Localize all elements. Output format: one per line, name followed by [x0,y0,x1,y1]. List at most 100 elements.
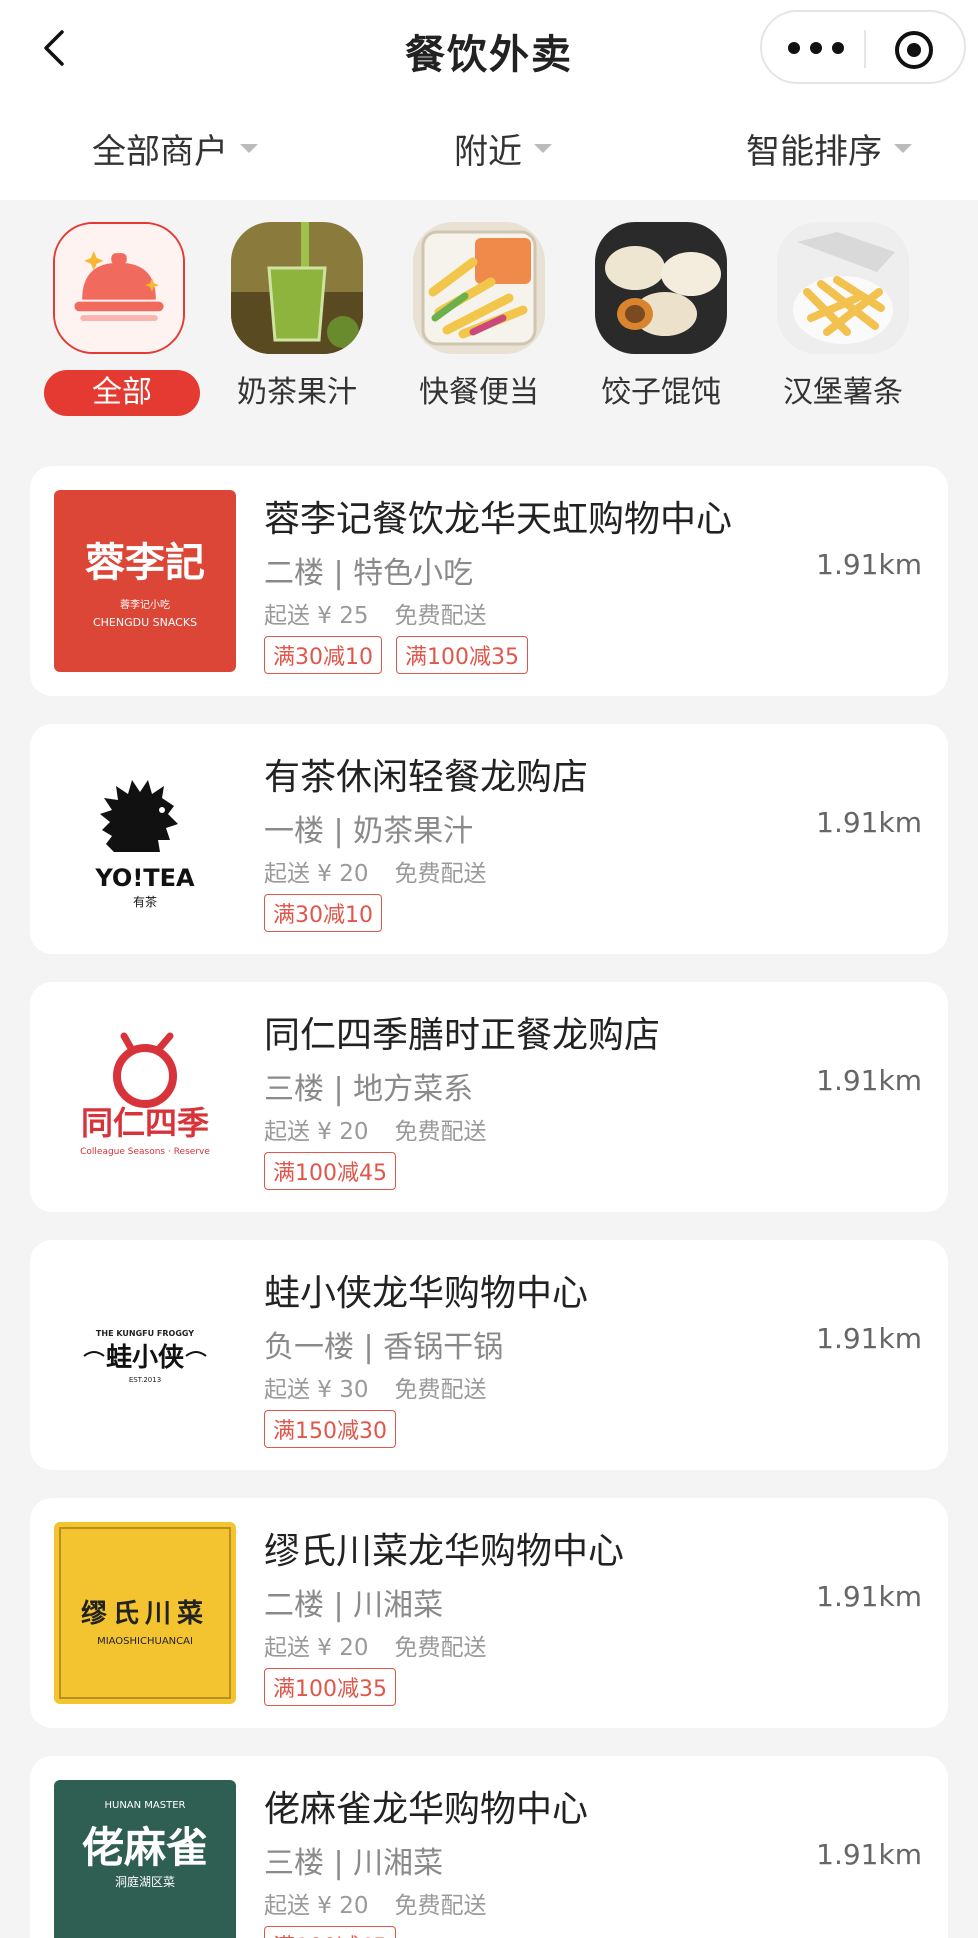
filter-merchants[interactable]: 全部商户 [92,124,258,173]
shop-meta: 起送 ¥ 20 免费配送 [264,1886,487,1920]
shop-card[interactable]: HUNAN MASTER 佬麻雀 洞庭湖区菜 佬麻雀龙华购物中心 三楼 | 川湘… [30,1756,948,1938]
shop-meta: 起送 ¥ 25 免费配送 [264,596,487,630]
category-dumplings[interactable]: 饺子馄饨 [586,222,736,416]
category-tea-juice[interactable]: 奶茶果汁 [222,222,372,416]
min-order: 起送 ¥ 20 [264,1893,369,1919]
shop-location-category: 一楼 | 奶茶果汁 [264,814,474,849]
promo-tags: 满100减35 [264,1668,410,1706]
caret-down-icon [534,144,552,153]
shop-list: 蓉李記 蓉李记小吃 CHENGDU SNACKS 蓉李记餐饮龙华天虹购物中心 二… [30,466,948,1938]
logo-tiny-text: 洞庭湖区菜 [115,1874,175,1889]
logo-main-text: 缪氏川菜 [81,1598,209,1629]
shop-distance: 1.91km [816,1064,922,1097]
logo-main-text: YO!TEA [94,864,195,892]
shop-name: 佬麻雀龙华购物中心 [264,1789,589,1830]
category-fast-food[interactable]: 快餐便当 [404,222,554,416]
min-order: 起送 ¥ 20 [264,1635,369,1661]
category-burger-fries-image [777,222,909,354]
delivery-fee: 免费配送 [394,603,487,629]
promo-tags: 满150减30 [264,1410,410,1448]
more-icon[interactable] [788,26,844,70]
logo-main-text: 佬麻雀 [82,1823,208,1872]
filter-nearby[interactable]: 附近 [454,124,552,173]
min-order: 起送 ¥ 30 [264,1377,369,1403]
shop-name: 蛙小侠龙华购物中心 [264,1273,589,1314]
shop-location-category: 二楼 | 川湘菜 [264,1588,444,1623]
mini-program-capsule [760,10,966,84]
shop-logo: YO!TEA 有茶 [54,748,236,930]
min-order: 起送 ¥ 25 [264,603,369,629]
close-target-icon[interactable] [892,28,936,72]
logo-main-text: 同仁四季 [81,1104,209,1142]
promo-tag: 满150减30 [264,1410,396,1448]
logo-main-text: 蛙小侠 [106,1342,185,1373]
caret-down-icon [894,144,912,153]
shop-name: 缪氏川菜龙华购物中心 [264,1531,625,1572]
category-dumplings-label: 饺子馄饨 [601,375,721,410]
category-fast-food-label: 快餐便当 [419,375,539,410]
delivery-fee: 免费配送 [394,1635,487,1661]
shop-name: 蓉李记餐饮龙华天虹购物中心 [264,499,733,540]
promo-tags: 满100减45 [264,1926,410,1938]
promo-tags: 满30减10 满100减35 [264,636,542,674]
promo-tags: 满30减10 [264,894,396,932]
shop-logo: THE KUNGFU FROGGY 蛙小侠 EST.2013 [54,1264,236,1446]
shop-card[interactable]: THE KUNGFU FROGGY 蛙小侠 EST.2013 蛙小侠龙华购物中心… [30,1240,948,1470]
category-tea-juice-image [231,222,363,354]
top-bar: 餐饮外卖 [0,0,978,100]
shop-location-category: 三楼 | 川湘菜 [264,1846,444,1881]
shop-card[interactable]: 同仁四季 Colleague Seasons · Reserve 同仁四季膳时正… [30,982,948,1212]
shop-distance: 1.91km [816,1580,922,1613]
logo-tiny-text: 蓉李记小吃 [120,598,170,611]
delivery-fee: 免费配送 [394,1893,487,1919]
category-all-icon [53,222,185,354]
promo-tag: 满100减35 [264,1668,396,1706]
category-all[interactable]: 全部 [44,222,200,416]
category-all-label: 全部 [44,370,200,416]
delivery-fee: 免费配送 [394,1377,487,1403]
promo-tag: 满30减10 [264,894,382,932]
logo-tiny-text: EST.2013 [129,1376,161,1384]
logo-small-text: HUNAN MASTER [104,1800,185,1811]
promo-tags: 满100减45 [264,1152,410,1190]
promo-tag: 满100减45 [264,1926,396,1938]
shop-meta: 起送 ¥ 20 免费配送 [264,854,487,888]
shop-name: 有茶休闲轻餐龙购店 [264,757,589,798]
shop-logo: 缪氏川菜 MIAOSHICHUANCAI [54,1522,236,1704]
shop-meta: 起送 ¥ 20 免费配送 [264,1628,487,1662]
delivery-fee: 免费配送 [394,1119,487,1145]
caret-down-icon [240,144,258,153]
shop-logo: 同仁四季 Colleague Seasons · Reserve [54,1006,236,1188]
min-order: 起送 ¥ 20 [264,861,369,887]
shop-distance: 1.91km [816,1838,922,1871]
shop-logo: HUNAN MASTER 佬麻雀 洞庭湖区菜 [54,1780,236,1938]
shop-meta: 起送 ¥ 20 免费配送 [264,1112,487,1146]
shop-distance: 1.91km [816,1322,922,1355]
promo-tag: 满100减45 [264,1152,396,1190]
category-burger-fries-label: 汉堡薯条 [783,375,903,410]
min-order: 起送 ¥ 20 [264,1119,369,1145]
logo-small-text: MIAOSHICHUANCAI [97,1636,193,1647]
shop-logo: 蓉李記 蓉李记小吃 CHENGDU SNACKS [54,490,236,672]
shop-card[interactable]: 蓉李記 蓉李记小吃 CHENGDU SNACKS 蓉李记餐饮龙华天虹购物中心 二… [30,466,948,696]
category-burger-fries[interactable]: 汉堡薯条 [768,222,918,416]
logo-main-text: 蓉李記 [85,540,205,586]
logo-small-text: Colleague Seasons · Reserve [80,1147,210,1157]
shop-card[interactable]: 缪氏川菜 MIAOSHICHUANCAI 缪氏川菜龙华购物中心 二楼 | 川湘菜… [30,1498,948,1728]
logo-small-text: THE KUNGFU FROGGY [96,1329,194,1338]
capsule-divider [864,30,866,68]
filter-bar: 全部商户 附近 智能排序 [0,100,978,200]
logo-small-text: 有茶 [133,894,157,909]
shop-name: 同仁四季膳时正餐龙购店 [264,1015,661,1056]
category-tea-juice-label: 奶茶果汁 [237,375,357,410]
shop-card[interactable]: YO!TEA 有茶 有茶休闲轻餐龙购店 一楼 | 奶茶果汁 起送 ¥ 20 免费配… [30,724,948,954]
promo-tag: 满30减10 [264,636,382,674]
logo-small-text: CHENGDU SNACKS [93,616,197,629]
category-row: 全部 奶茶果汁 快餐便当 饺子馄饨 汉堡薯条 [0,210,978,430]
shop-location-category: 二楼 | 特色小吃 [264,556,474,591]
shop-location-category: 三楼 | 地方菜系 [264,1072,474,1107]
filter-sort[interactable]: 智能排序 [746,124,912,173]
promo-tag: 满100减35 [396,636,528,674]
shop-distance: 1.91km [816,806,922,839]
category-fast-food-image [413,222,545,354]
